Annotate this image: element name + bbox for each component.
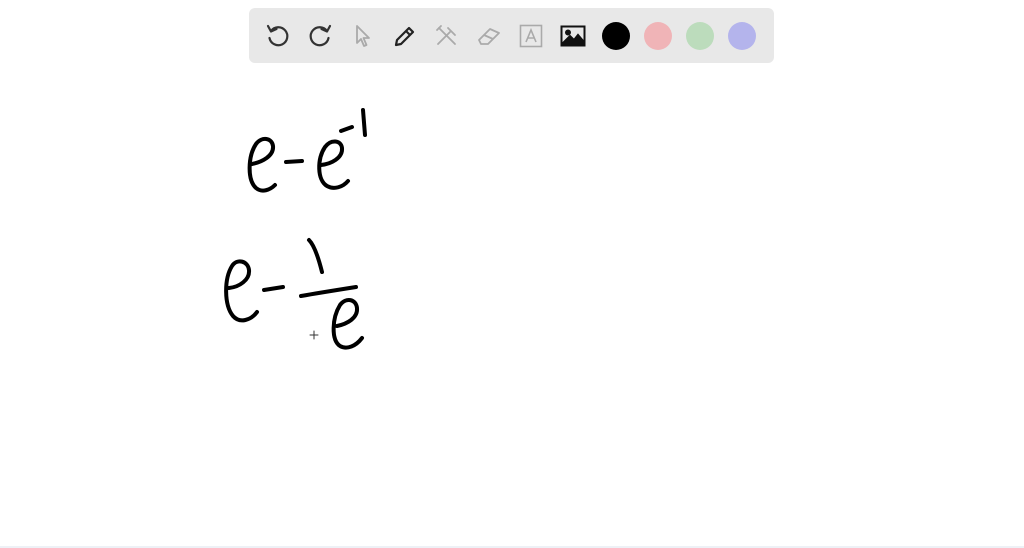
undo-icon <box>266 24 289 46</box>
handwriting-layer <box>224 108 367 350</box>
ink-stroke-one-sup <box>361 108 367 137</box>
undo-button[interactable] <box>261 19 295 53</box>
select-button[interactable] <box>345 19 379 53</box>
color-swatch-pink <box>643 21 672 50</box>
tools-icon <box>435 24 456 45</box>
pen-button[interactable] <box>388 19 422 53</box>
ink-stroke-fraction-bar <box>299 285 358 298</box>
tools-button[interactable] <box>430 19 464 53</box>
ink-stroke-e3 <box>224 259 259 323</box>
ink-stroke-minus1 <box>284 159 304 164</box>
ink-stroke-e2 <box>317 139 350 190</box>
color-black[interactable] <box>599 19 633 53</box>
image-icon <box>560 25 586 46</box>
text-button[interactable] <box>514 19 548 53</box>
ink-stroke-one <box>307 238 324 274</box>
ink-stroke-e4 <box>331 298 364 350</box>
ink-stroke-minus-sup <box>339 125 354 133</box>
pen-icon <box>394 26 414 46</box>
image-button[interactable] <box>556 19 590 53</box>
drawing-toolbar <box>249 8 774 63</box>
eraser-icon <box>478 27 500 45</box>
ink-stroke-minus2 <box>262 285 285 292</box>
select-pointer-icon <box>356 24 371 47</box>
color-swatch-green <box>685 21 714 50</box>
color-swatch-black <box>601 21 630 50</box>
crosshair-cursor-icon <box>309 330 319 340</box>
color-swatch-purple <box>728 21 757 50</box>
eraser-button[interactable] <box>472 19 506 53</box>
ink-stroke-e1 <box>247 137 277 193</box>
text-icon <box>519 24 543 47</box>
color-pink[interactable] <box>641 19 675 53</box>
color-green[interactable] <box>683 19 717 53</box>
drawing-canvas[interactable] <box>0 70 1024 546</box>
color-purple[interactable] <box>725 19 759 53</box>
redo-button[interactable] <box>303 19 337 53</box>
redo-icon <box>309 24 332 46</box>
